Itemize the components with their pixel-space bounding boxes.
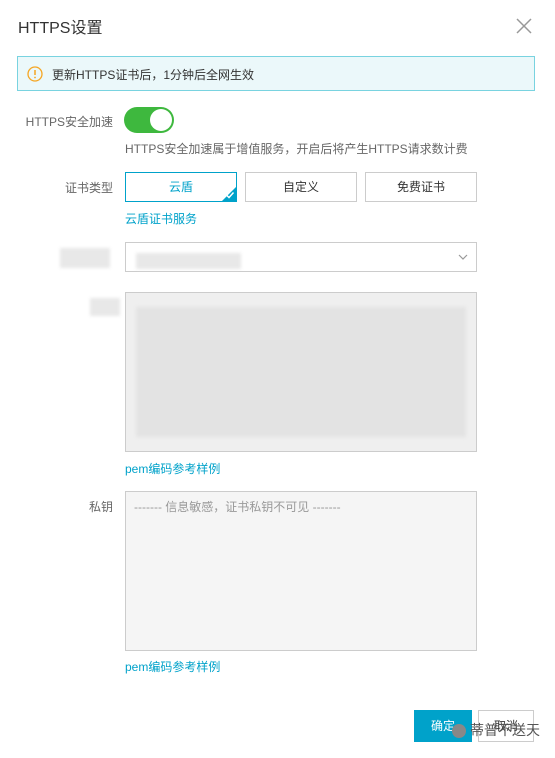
close-icon[interactable] [514, 16, 534, 36]
certificate-pem-example-link[interactable]: pem编码参考样例 [125, 460, 220, 477]
warning-icon [27, 66, 43, 82]
certificate-content-textarea[interactable] [125, 292, 477, 452]
certificate-type-label: 证书类型 [64, 181, 113, 195]
cert-type-option-yundun[interactable]: 云盾 [125, 172, 237, 202]
private-key-placeholder: ------- 信息敏感，证书私钥不可见 ------- [134, 500, 341, 514]
yundun-cert-service-link[interactable]: 云盾证书服务 [125, 210, 197, 227]
https-acceleration-toggle[interactable] [124, 107, 174, 133]
https-acceleration-label: HTTPS安全加速 [25, 115, 113, 129]
cert-type-option-label: 自定义 [282, 180, 319, 194]
toggle-knob [150, 109, 172, 131]
notice-banner: 更新HTTPS证书后，1分钟后全网生效 [17, 56, 535, 91]
private-key-label: 私钥 [88, 500, 113, 514]
redacted-content [136, 307, 466, 437]
check-icon [225, 191, 235, 199]
cert-type-option-custom[interactable]: 自定义 [245, 172, 357, 202]
notice-text: 更新HTTPS证书后，1分钟后全网生效 [52, 68, 255, 82]
wechat-icon [452, 724, 466, 738]
redacted-label [90, 298, 120, 316]
certificate-select[interactable] [125, 242, 477, 272]
redacted-label [60, 248, 110, 268]
cert-type-option-label: 免费证书 [396, 180, 445, 194]
private-key-textarea[interactable]: ------- 信息敏感，证书私钥不可见 ------- [125, 491, 477, 651]
private-key-pem-example-link[interactable]: pem编码参考样例 [125, 658, 220, 675]
redacted-value [136, 253, 241, 269]
cert-type-option-label: 云盾 [168, 180, 193, 194]
https-acceleration-hint: HTTPS安全加速属于增值服务，开启后将产生HTTPS请求数计费 [125, 142, 468, 156]
cert-type-option-free[interactable]: 免费证书 [365, 172, 477, 202]
chevron-down-icon [458, 254, 468, 260]
dialog-title: HTTPS设置 [18, 20, 103, 37]
